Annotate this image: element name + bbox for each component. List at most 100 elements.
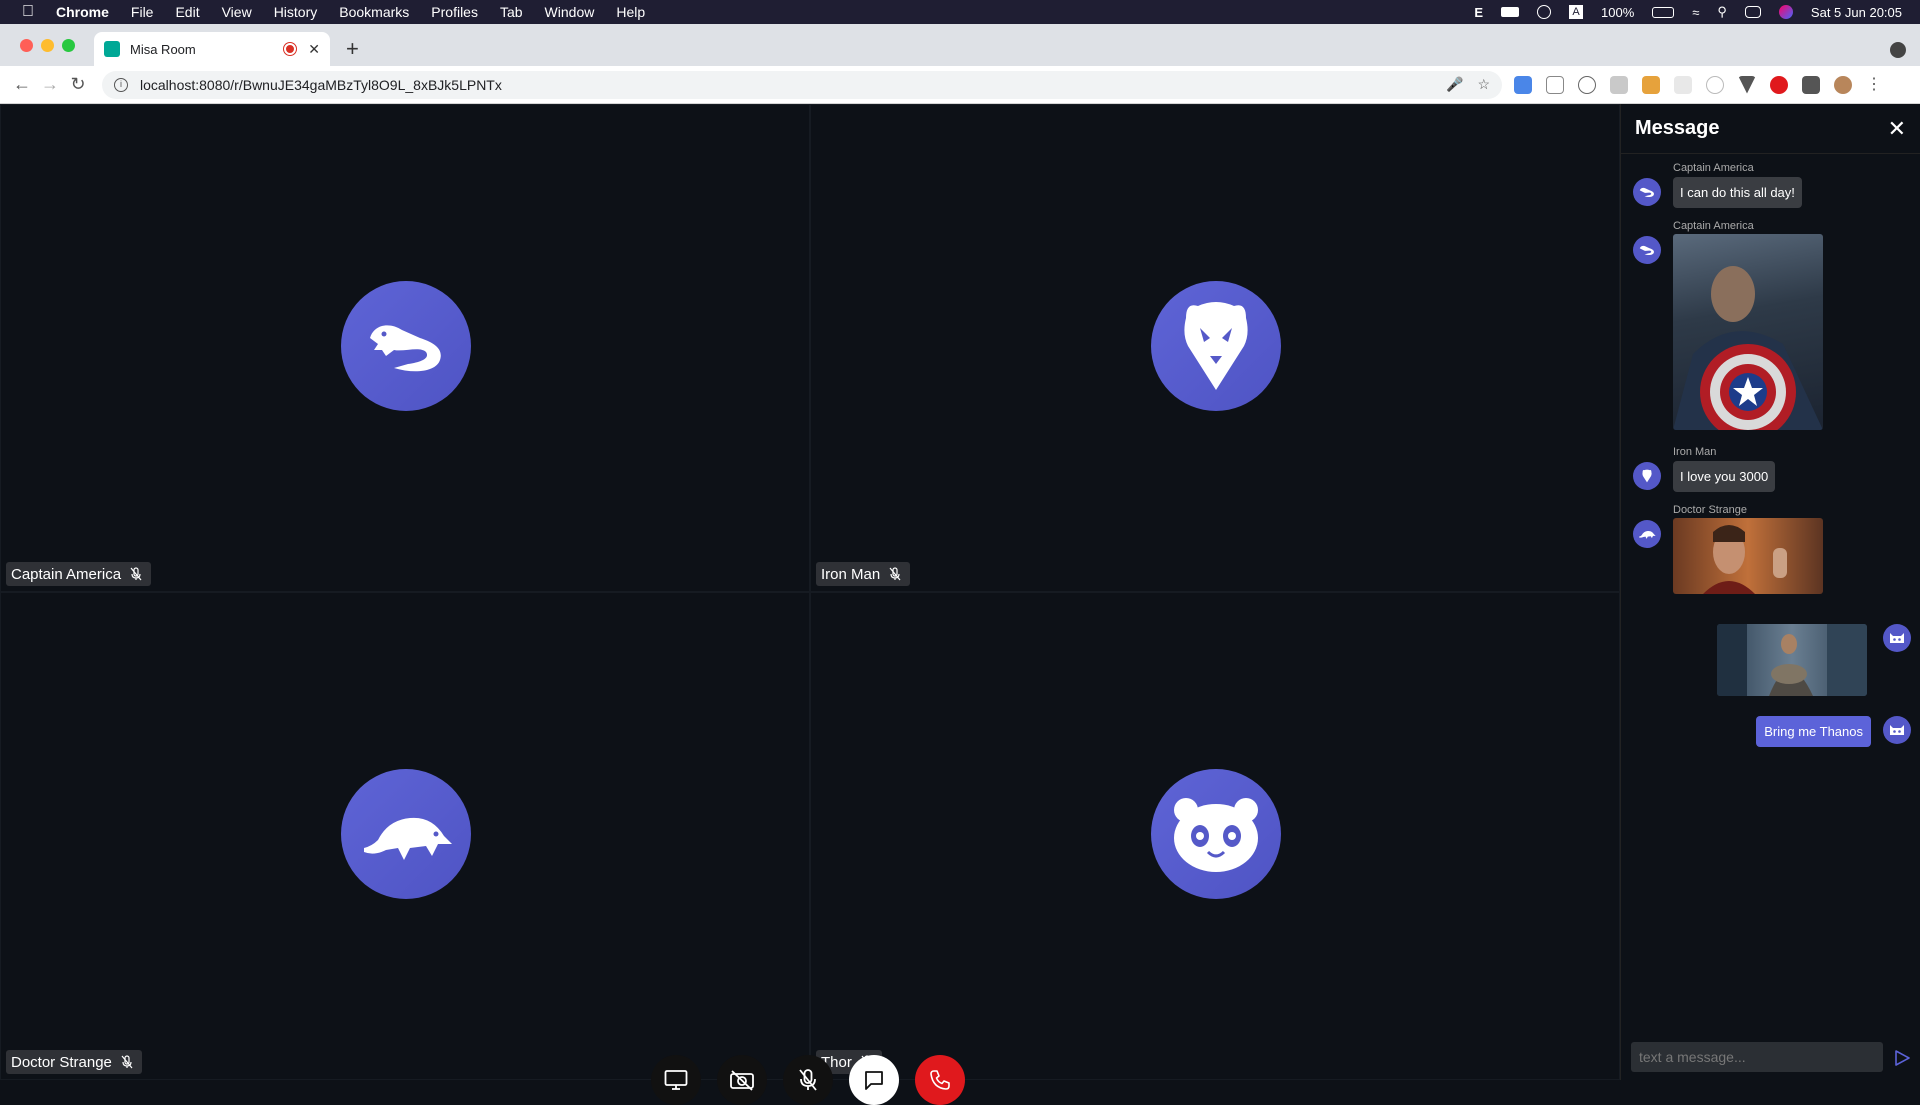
misa-favicon-icon [104, 41, 120, 57]
profile-avatar-icon[interactable] [1834, 75, 1852, 94]
keyboard-input-icon[interactable]: A [1569, 5, 1583, 19]
menu-history[interactable]: History [274, 4, 318, 20]
spotlight-icon[interactable]: ⚲ [1717, 4, 1727, 20]
mic-off-button[interactable] [783, 1055, 833, 1105]
anteater-icon [1633, 520, 1661, 548]
participant-nametag: Doctor Strange [6, 1050, 142, 1074]
cat-icon [1883, 716, 1911, 744]
menu-window[interactable]: Window [545, 4, 595, 20]
clock-extension-icon[interactable] [1706, 75, 1724, 94]
captain-america-photo[interactable] [1673, 234, 1823, 430]
message-input[interactable] [1631, 1042, 1883, 1072]
emoji-extension-icon[interactable] [1578, 75, 1596, 94]
participant-name: Captain America [11, 565, 122, 583]
menu-view[interactable]: View [222, 4, 252, 20]
mic-muted-icon [130, 567, 142, 581]
mic-muted-icon [121, 1055, 133, 1069]
chat-header: Message ✕ [1621, 104, 1920, 154]
participant-name: Iron Man [821, 565, 881, 583]
message-bubble: I love you 3000 [1673, 461, 1776, 492]
menu-app[interactable]: Chrome [56, 4, 109, 20]
browser-toolbar: ← → ↻ i localhost:8080/r/BwnuJE34gaMBzTy… [0, 66, 1920, 104]
menu-bar:  Chrome File Edit View History Bookmark… [0, 0, 1920, 24]
call-controls [651, 1055, 965, 1105]
message-bubble: Bring me Thanos [1756, 716, 1871, 747]
browser-tab[interactable]: Misa Room ✕ [94, 32, 330, 66]
siri-icon[interactable] [1778, 5, 1793, 19]
translate-extension-icon[interactable] [1514, 75, 1532, 94]
minimize-window-button[interactable] [41, 39, 54, 52]
reload-button[interactable]: ↻ [64, 74, 92, 95]
close-window-button[interactable] [20, 39, 33, 52]
menu-file[interactable]: File [131, 4, 154, 20]
chat-title: Message [1635, 117, 1720, 139]
chat-message: Iron Man I love you 3000 [1621, 446, 1920, 492]
chat-panel: Message ✕ Captain America I can do this … [1620, 104, 1920, 1080]
close-tab-icon[interactable]: ✕ [308, 41, 320, 58]
new-tab-button[interactable]: + [346, 36, 359, 62]
adblock-extension-icon[interactable] [1770, 75, 1788, 94]
tab-title: Misa Room [130, 41, 196, 57]
send-icon[interactable] [1892, 1048, 1912, 1068]
participant-nametag: Iron Man [816, 562, 911, 586]
back-button[interactable]: ← [8, 74, 36, 95]
tab-search-button[interactable] [1890, 42, 1906, 58]
hang-up-button[interactable] [915, 1055, 965, 1105]
bookmark-star-icon[interactable]: ☆ [1477, 76, 1490, 93]
chat-bubble-icon [865, 1071, 883, 1090]
control-center-icon[interactable] [1744, 6, 1761, 18]
participant-nametag: Captain America [6, 562, 152, 586]
menu-edit[interactable]: Edit [175, 4, 199, 20]
battery-icon[interactable] [1652, 6, 1675, 18]
participant-name: Doctor Strange [11, 1053, 112, 1071]
close-chat-icon[interactable]: ✕ [1888, 116, 1906, 142]
evernote-icon[interactable]: E [1474, 5, 1483, 20]
video-tile-thor: Thor [810, 592, 1620, 1080]
wifi-icon[interactable]: ≈ [1692, 5, 1699, 20]
message-sender: Iron Man [1673, 446, 1717, 458]
thor-photo[interactable] [1717, 624, 1867, 696]
address-bar[interactable]: i localhost:8080/r/BwnuJE34gaMBzTyl8O9L_… [102, 70, 1502, 99]
chat-message: Captain America [1621, 220, 1920, 430]
chat-message: Captain America I can do this all day! [1621, 162, 1920, 208]
vuejs-extension-icon[interactable] [1738, 75, 1756, 94]
menu-help[interactable]: Help [616, 4, 645, 20]
extensions-bar: ⋮ [1514, 75, 1882, 94]
forward-button[interactable]: → [36, 74, 64, 95]
message-sender: Captain America [1673, 162, 1754, 174]
anteater-icon [341, 769, 471, 899]
blank-extension-icon[interactable] [1674, 75, 1692, 94]
apple-icon[interactable]:  [0, 3, 56, 21]
puzzle-extensions-icon[interactable] [1802, 75, 1820, 94]
lizard-icon [1633, 178, 1661, 206]
microphone-icon[interactable]: 🎤 [1446, 76, 1463, 93]
chrome-menu-icon[interactable]: ⋮ [1866, 76, 1882, 94]
chat-message: Doctor Strange [1621, 504, 1920, 594]
zoom-window-button[interactable] [62, 39, 75, 52]
instagram-extension-icon[interactable] [1546, 75, 1564, 94]
video-tile-iron-man: Iron Man [810, 104, 1620, 592]
panda-icon [1151, 769, 1281, 899]
doctor-strange-photo[interactable] [1673, 518, 1823, 594]
site-info-icon[interactable]: i [114, 77, 128, 92]
url-text[interactable]: localhost:8080/r/BwnuJE34gaMBzTyl8O9L_8x… [140, 77, 1432, 93]
status-area: E A 100% ≈ ⚲ Sat 5 Jun 20:05 [1474, 4, 1920, 20]
broom-extension-icon[interactable] [1610, 75, 1628, 94]
play-icon[interactable] [1537, 5, 1551, 19]
menu-profiles[interactable]: Profiles [431, 4, 478, 20]
car-extension-icon[interactable] [1642, 75, 1660, 94]
menu-tab[interactable]: Tab [500, 4, 523, 20]
video-tile-captain-america: Captain America [0, 104, 810, 592]
mic-muted-icon [889, 567, 901, 581]
video-tile-doctor-strange: Doctor Strange [0, 592, 810, 1080]
chat-button[interactable] [849, 1055, 899, 1105]
menu-bookmarks[interactable]: Bookmarks [339, 4, 409, 20]
monitor-icon [664, 1070, 688, 1090]
camera-off-icon [730, 1070, 754, 1091]
camera-off-button[interactable] [717, 1055, 767, 1105]
screen-share-button[interactable] [651, 1055, 701, 1105]
clock[interactable]: Sat 5 Jun 20:05 [1811, 5, 1902, 20]
chat-message [1621, 620, 1920, 696]
lion-icon [1151, 281, 1281, 411]
docker-icon[interactable] [1501, 7, 1519, 17]
